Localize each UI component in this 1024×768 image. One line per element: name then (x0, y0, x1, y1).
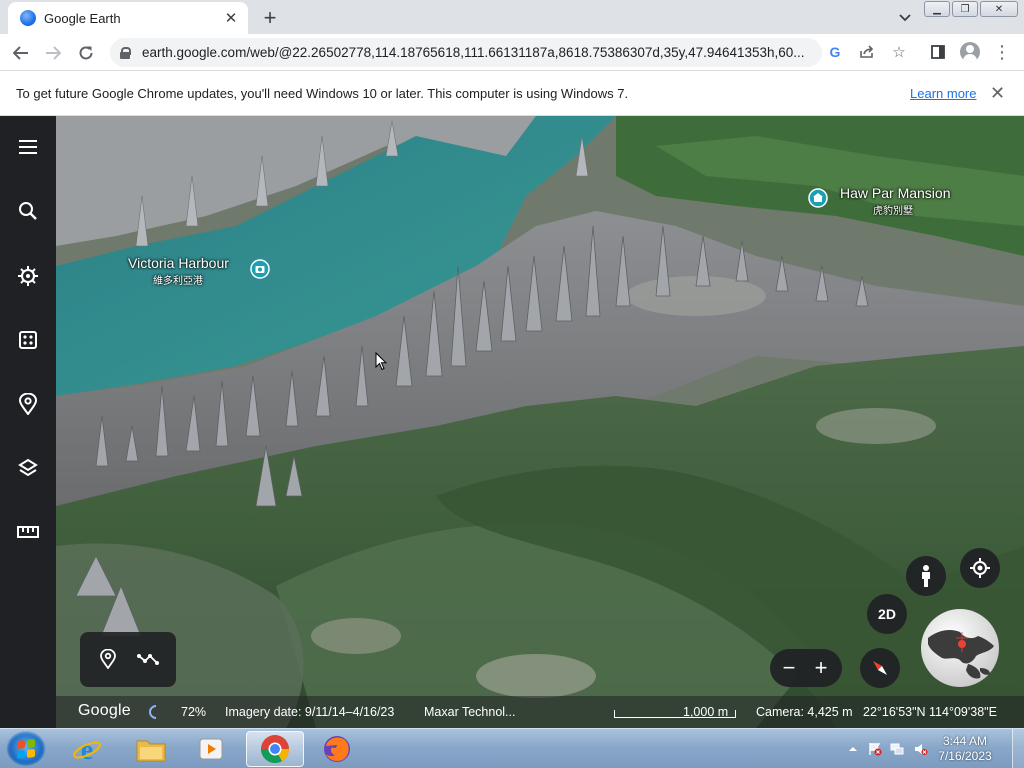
share-icon[interactable] (855, 40, 879, 64)
feeling-lucky-dice-icon[interactable] (13, 325, 43, 355)
earth-viewport[interactable]: Victoria Harbour 維多利亞港 Haw Par Mansion 虎… (0, 116, 1024, 728)
compass-button[interactable] (860, 648, 900, 688)
google-chrome-icon (261, 735, 289, 763)
google-logo: Google (78, 702, 131, 719)
volume-muted-icon[interactable] (914, 742, 928, 756)
reload-button[interactable] (73, 40, 99, 66)
windows-taskbar: e 3:44 AM 7/16/2023 (0, 728, 1024, 768)
draw-line-path-icon[interactable] (135, 646, 161, 672)
place-label-haw-par-mansion[interactable]: Haw Par Mansion 虎豹別墅 (840, 185, 951, 217)
back-button[interactable] (8, 40, 34, 66)
map-style-layers-icon[interactable] (13, 453, 43, 483)
taskbar-media-player[interactable] (182, 731, 240, 767)
browser-tabstrip: Google Earth ✕ + ▁ ❐ ✕ (0, 0, 1024, 34)
measure-ruler-icon[interactable] (13, 517, 43, 547)
add-placemark-icon[interactable] (95, 646, 121, 672)
my-location-button[interactable] (960, 548, 1000, 588)
toggle-2d-button[interactable]: 2D (867, 594, 907, 634)
place-name-zh: 維多利亞港 (153, 276, 203, 287)
mouse-cursor-icon (375, 352, 387, 371)
tab-search-chevron-icon[interactable] (894, 7, 916, 29)
tab-close-icon[interactable]: ✕ (222, 9, 240, 27)
search-icon[interactable] (13, 196, 43, 226)
new-tab-button[interactable]: + (258, 5, 282, 30)
bookmark-star-icon[interactable]: ☆ (887, 40, 911, 64)
windows-logo-icon (17, 739, 35, 759)
taskbar-firefox[interactable] (308, 731, 366, 767)
projects-pin-icon[interactable] (13, 389, 43, 419)
camera-altitude: Camera: 4,425 m (756, 705, 853, 719)
earth-status-bar: Google 72% Imagery date: 9/11/14–4/16/23… (56, 696, 1024, 728)
pegman-street-view-button[interactable] (906, 556, 946, 596)
firefox-icon (324, 736, 350, 762)
imagery-date: Imagery date: 9/11/14–4/16/23 (225, 705, 395, 719)
svg-text:e: e (81, 735, 93, 764)
close-window-button[interactable]: ✕ (980, 1, 1018, 17)
clock-date: 7/16/2023 (938, 749, 992, 763)
mini-globe-map[interactable] (920, 608, 1000, 688)
cursor-coordinates: 22°16'53"N 114°09'38"E (863, 705, 997, 719)
landmark-pin-icon[interactable] (808, 188, 828, 208)
menu-kebab-icon[interactable]: ⋮ (990, 40, 1014, 64)
side-panel-icon[interactable] (926, 40, 950, 64)
zoom-in-button[interactable]: + (809, 656, 833, 680)
camera-pin-icon[interactable] (250, 259, 270, 279)
system-clock[interactable]: 3:44 AM 7/16/2023 (930, 734, 1000, 764)
place-name-zh: 虎豹別墅 (873, 206, 913, 217)
forward-button[interactable] (40, 40, 66, 66)
scale-label[interactable]: 1,000 m (683, 705, 728, 719)
google-earth-favicon-icon (20, 10, 36, 26)
compass-icon (873, 661, 887, 675)
chrome-update-infobar: To get future Google Chrome updates, you… (0, 71, 1024, 116)
taskbar-file-explorer[interactable] (122, 731, 180, 767)
start-button[interactable] (6, 731, 46, 767)
infobar-close-icon[interactable]: ✕ (990, 83, 1005, 104)
url-text[interactable]: earth.google.com/web/@22.26502778,114.18… (142, 45, 822, 60)
internet-explorer-icon: e (73, 735, 101, 764)
loading-progress: 72% (181, 705, 207, 719)
drawing-tools-panel (80, 632, 176, 687)
loading-spinner-icon (146, 702, 166, 722)
window-controls: ▁ ❐ ✕ (922, 1, 1018, 17)
action-center-flag-icon[interactable] (868, 742, 882, 756)
data-attribution[interactable]: Maxar Technol... (424, 705, 515, 719)
network-icon[interactable] (890, 742, 904, 756)
zoom-out-button[interactable]: − (777, 656, 801, 680)
tab-title: Google Earth (44, 10, 121, 26)
zoom-controls: − + (770, 649, 842, 687)
lock-icon[interactable] (120, 46, 131, 59)
profile-icon[interactable] (958, 40, 982, 64)
taskbar-internet-explorer[interactable]: e (58, 731, 116, 767)
restore-button[interactable]: ❐ (952, 1, 978, 17)
place-label-victoria-harbour[interactable]: Victoria Harbour 維多利亞港 (128, 255, 229, 287)
voyager-icon[interactable] (13, 261, 43, 291)
earth-side-rail (0, 116, 56, 728)
show-desktop-button[interactable] (1012, 729, 1024, 768)
address-bar[interactable]: earth.google.com/web/@22.26502778,114.18… (110, 38, 822, 67)
place-name: Haw Par Mansion (840, 185, 951, 201)
taskbar-google-chrome[interactable] (246, 731, 304, 767)
browser-toolbar: earth.google.com/web/@22.26502778,114.18… (0, 34, 1024, 71)
tab-google-earth[interactable]: Google Earth ✕ (8, 2, 248, 34)
clock-time: 3:44 AM (942, 734, 988, 748)
show-hidden-icons-arrow-icon[interactable] (846, 742, 860, 756)
folder-icon (136, 740, 166, 762)
minimize-button[interactable]: ▁ (924, 1, 950, 17)
infobar-message: To get future Google Chrome updates, you… (16, 86, 629, 101)
google-lens-icon[interactable]: G (823, 40, 847, 64)
menu-icon[interactable] (13, 132, 43, 162)
media-player-icon (199, 738, 223, 760)
avatar (960, 42, 980, 62)
learn-more-link[interactable]: Learn more (910, 86, 976, 101)
place-name: Victoria Harbour (128, 255, 229, 271)
